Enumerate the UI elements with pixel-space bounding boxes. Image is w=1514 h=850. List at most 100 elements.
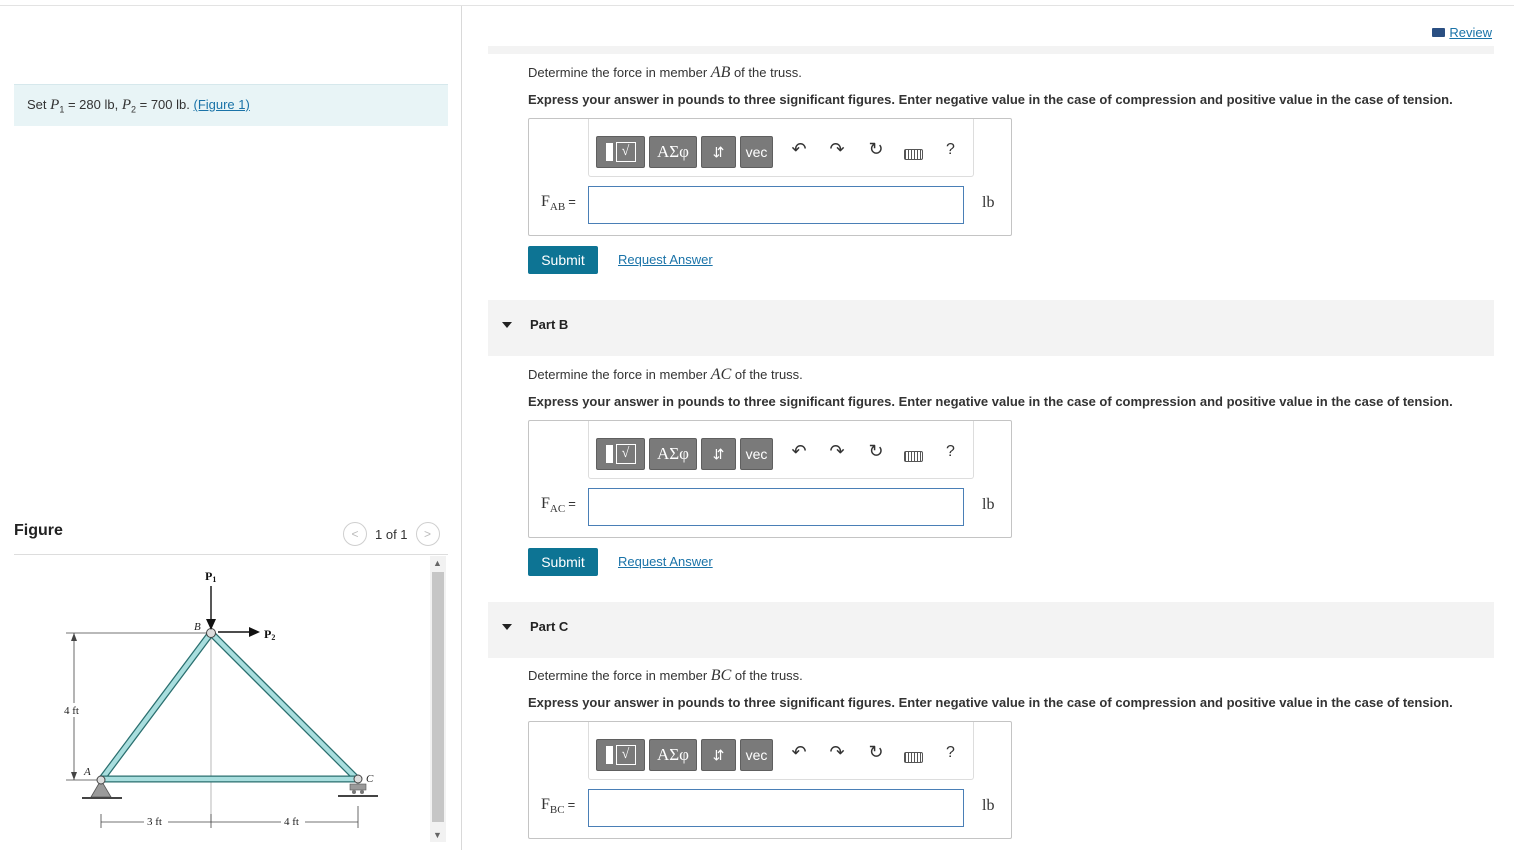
- label-a: A: [83, 766, 91, 778]
- part-c-answer-input[interactable]: [588, 789, 964, 827]
- reset-icon[interactable]: ↻: [865, 139, 887, 160]
- part-b-math-toolbar: √ ΑΣφ ⇵ vec ↶ ↷ ↻ ?: [588, 421, 974, 479]
- help-icon[interactable]: ?: [946, 141, 955, 159]
- height-arrow-bottom: [71, 772, 77, 780]
- pane-divider: [461, 6, 462, 850]
- part-c-answer-box: √ ΑΣφ ⇵ vec ↶ ↷ ↻ ? FBC = lb: [528, 721, 1012, 839]
- p2-value: = 700 lb.: [136, 97, 190, 112]
- part-c-header[interactable]: Part C: [488, 602, 1494, 658]
- undo-icon[interactable]: ↶: [788, 441, 810, 462]
- part-b-instruction: Express your answer in pounds to three s…: [528, 394, 1453, 409]
- left-pane: Set P1 = 280 lb, P2 = 700 lb. (Figure 1)…: [0, 0, 461, 850]
- joint-a: [96, 775, 106, 785]
- figure-divider: [14, 554, 448, 555]
- reset-icon[interactable]: ↻: [865, 441, 887, 462]
- truss-figure: 4 ft P1 P2 B A C 3 ft 4 ft: [62, 569, 378, 828]
- vec-button[interactable]: vec: [740, 438, 773, 470]
- member-bc: [208, 630, 361, 783]
- part-a-request-answer-link[interactable]: Request Answer: [618, 252, 713, 267]
- part-a-answer-input[interactable]: [588, 186, 964, 224]
- given-prefix: Set: [27, 97, 47, 112]
- help-icon[interactable]: ?: [946, 744, 955, 762]
- left-span-label: 3 ft: [147, 816, 162, 828]
- part-c-question: Determine the force in member BC of the …: [528, 667, 803, 684]
- arrows-button[interactable]: ⇵: [701, 438, 736, 470]
- label-p1: P1: [205, 569, 216, 584]
- review-label: Review: [1449, 25, 1492, 40]
- part-c-unit: lb: [982, 797, 995, 814]
- redo-icon[interactable]: ↷: [826, 139, 848, 160]
- label-b: B: [194, 621, 201, 633]
- review-link[interactable]: Review: [1432, 25, 1492, 40]
- part-a-question: Determine the force in member AB of the …: [528, 64, 802, 81]
- book-icon: [1432, 28, 1446, 37]
- given-values: Set P1 = 280 lb, P2 = 700 lb. (Figure 1): [14, 84, 448, 126]
- part-c-instruction: Express your answer in pounds to three s…: [528, 695, 1453, 710]
- part-b-submit-button[interactable]: Submit: [528, 548, 598, 576]
- vec-button[interactable]: vec: [740, 136, 773, 168]
- part-b-member: AC: [710, 366, 732, 383]
- figure-pager: < 1 of 1 >: [343, 522, 440, 546]
- part-b-header[interactable]: Part B: [488, 300, 1494, 356]
- figure-title: Figure: [14, 522, 63, 539]
- joint-c: [353, 774, 363, 784]
- undo-icon[interactable]: ↶: [788, 139, 810, 160]
- vec-button[interactable]: vec: [740, 739, 773, 771]
- scroll-down-icon[interactable]: ▼: [433, 830, 442, 840]
- scrollbar-thumb[interactable]: [432, 572, 444, 822]
- part-b-answer-box: √ ΑΣφ ⇵ vec ↶ ↷ ↻ ? FAC = lb: [528, 420, 1012, 538]
- next-figure-button[interactable]: >: [415, 522, 440, 546]
- part-b-variable: FAC =: [541, 495, 576, 516]
- reset-icon[interactable]: ↻: [865, 742, 887, 763]
- part-a-submit-button[interactable]: Submit: [528, 246, 598, 274]
- scroll-up-icon[interactable]: ▲: [433, 558, 442, 568]
- roller-wheel-1: [352, 790, 356, 794]
- figure-link[interactable]: (Figure 1): [193, 97, 249, 112]
- roller-support-c: [349, 783, 367, 791]
- greek-button[interactable]: ΑΣφ: [649, 438, 697, 470]
- figure-scrollbar[interactable]: ▲ ▼: [430, 556, 446, 842]
- part-b-request-answer-link[interactable]: Request Answer: [618, 554, 713, 569]
- part-c-math-toolbar: √ ΑΣφ ⇵ vec ↶ ↷ ↻ ?: [588, 722, 974, 780]
- collapse-triangle-icon[interactable]: [502, 624, 512, 630]
- height-label: 4 ft: [64, 705, 79, 717]
- part-a-math-toolbar: √ ΑΣφ ⇵ vec ↶ ↷ ↻ ?: [588, 119, 974, 177]
- part-b-unit: lb: [982, 496, 995, 513]
- redo-icon[interactable]: ↷: [826, 742, 848, 763]
- prev-figure-button[interactable]: <: [343, 522, 367, 546]
- greek-button[interactable]: ΑΣφ: [649, 136, 697, 168]
- part-a-unit: lb: [982, 194, 995, 211]
- undo-icon[interactable]: ↶: [788, 742, 810, 763]
- label-p2: P2: [264, 627, 275, 642]
- greek-button[interactable]: ΑΣφ: [649, 739, 697, 771]
- part-b-answer-input[interactable]: [588, 488, 964, 526]
- arrows-button[interactable]: ⇵: [701, 739, 736, 771]
- member-ab: [98, 630, 214, 783]
- part-c-title: Part C: [530, 619, 569, 634]
- part-b-title: Part B: [530, 317, 569, 332]
- keyboard-icon[interactable]: [904, 149, 923, 160]
- help-icon[interactable]: ?: [946, 443, 955, 461]
- arrows-button[interactable]: ⇵: [701, 136, 736, 168]
- p1-symbol: P: [50, 97, 60, 113]
- label-c: C: [366, 773, 374, 785]
- p2-symbol: P: [121, 97, 131, 113]
- templates-button[interactable]: √: [596, 739, 645, 771]
- collapse-triangle-icon[interactable]: [502, 322, 512, 328]
- load-p2-arrow: [249, 627, 260, 637]
- templates-button[interactable]: √: [596, 136, 645, 168]
- part-a-header-strip: [488, 46, 1494, 54]
- part-b-question: Determine the force in member AC of the …: [528, 366, 803, 383]
- keyboard-icon[interactable]: [904, 451, 923, 462]
- part-a-member: AB: [710, 64, 731, 81]
- part-c-variable: FBC =: [541, 796, 576, 817]
- right-span-label: 4 ft: [284, 816, 299, 828]
- redo-icon[interactable]: ↷: [826, 441, 848, 462]
- part-a-answer-box: √ ΑΣφ ⇵ vec ↶ ↷ ↻ ? FAB = lb: [528, 118, 1012, 236]
- p1-value: = 280 lb,: [64, 97, 119, 112]
- height-arrow-top: [71, 633, 77, 641]
- templates-button[interactable]: √: [596, 438, 645, 470]
- keyboard-icon[interactable]: [904, 752, 923, 763]
- roller-wheel-2: [360, 790, 364, 794]
- part-c-member: BC: [710, 667, 732, 684]
